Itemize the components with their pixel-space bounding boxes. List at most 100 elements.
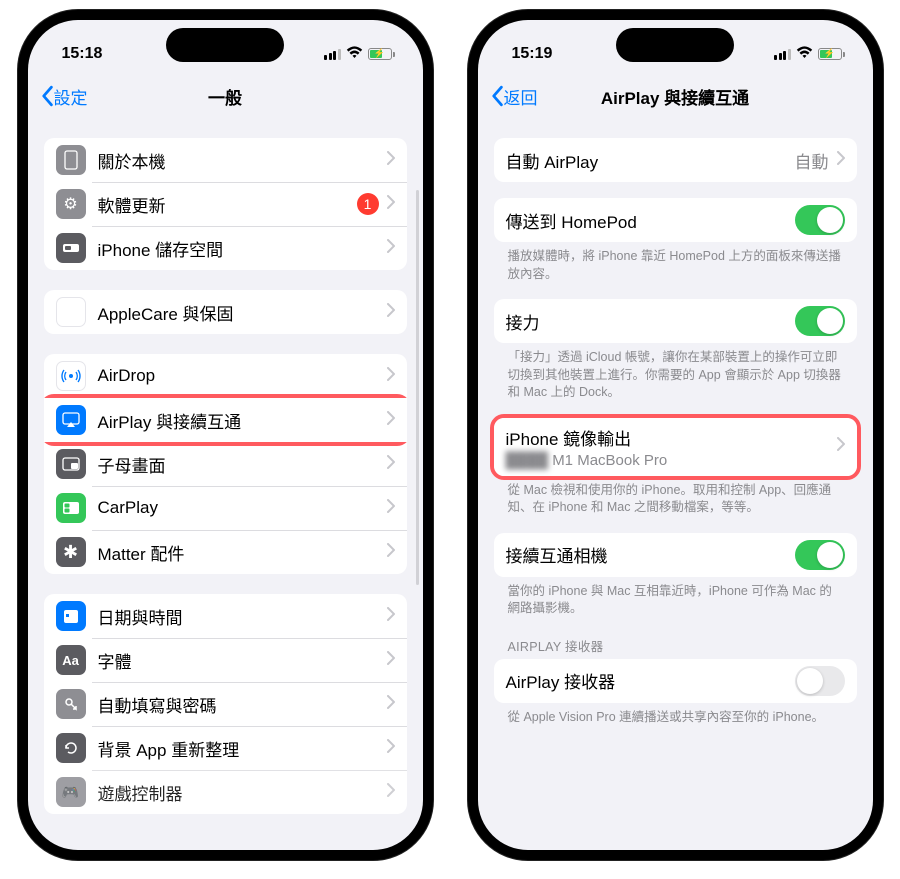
row-label: 接力 (506, 309, 795, 334)
row-label: 關於本機 (98, 148, 387, 173)
phone-left: 15:18 ⚡ 設定 一般 關於本 (18, 10, 433, 860)
chevron-right-icon (387, 607, 395, 626)
row-datetime[interactable]: 日期與時間 (44, 594, 407, 638)
row-label: 背景 App 重新整理 (98, 736, 387, 761)
back-label: 設定 (54, 84, 88, 109)
chevron-right-icon (387, 239, 395, 258)
chevron-right-icon (387, 411, 395, 430)
row-label: 子母畫面 (98, 452, 387, 477)
cellular-icon (324, 49, 341, 60)
phone-right: 15:19 ⚡ 返回 AirPlay 與接續互通 自動 AirPlay (468, 10, 883, 860)
row-homepod[interactable]: 傳送到 HomePod (494, 198, 857, 242)
status-time: 15:19 (512, 45, 553, 63)
bgapp-icon (56, 733, 86, 763)
nav-bar: 設定 一般 (28, 74, 423, 118)
pip-icon (56, 449, 86, 479)
toggle-handoff[interactable] (795, 306, 845, 336)
row-airdrop[interactable]: AirDrop (44, 354, 407, 398)
chevron-right-icon (387, 739, 395, 758)
footer-homepod: 播放媒體時，將 iPhone 靠近 HomePod 上方的面板來傳送播放內容。 (494, 242, 857, 283)
footer-mirroring: 從 Mac 檢視和使用你的 iPhone。取用和控制 App、回應通知、在 iP… (494, 476, 857, 517)
chevron-right-icon (837, 150, 845, 170)
airplay-icon (56, 405, 86, 435)
back-label: 返回 (504, 84, 538, 109)
chevron-right-icon (837, 437, 845, 456)
row-handoff[interactable]: 接力 (494, 299, 857, 343)
row-storage[interactable]: iPhone 儲存空間 (44, 226, 407, 270)
row-pip[interactable]: 子母畫面 (44, 442, 407, 486)
dynamic-island (166, 28, 284, 62)
row-label: 遊戲控制器 (98, 780, 387, 805)
section-header-receiver: AIRPLAY 接收器 (494, 618, 857, 659)
toggle-homepod[interactable] (795, 205, 845, 235)
battery-icon: ⚡ (818, 48, 845, 60)
matter-icon: ✱ (56, 537, 86, 567)
row-label: iPhone 儲存空間 (98, 236, 387, 261)
chevron-right-icon (387, 651, 395, 670)
back-button[interactable]: 設定 (40, 84, 88, 109)
row-label: Matter 配件 (98, 540, 387, 565)
storage-icon (56, 233, 86, 263)
datetime-icon (56, 601, 86, 631)
chevron-left-icon (490, 85, 504, 107)
footer-handoff: 「接力」透過 iCloud 帳號，讓你在某部裝置上的操作可立即切換到其他裝置上進… (494, 343, 857, 402)
row-airplay-receiver[interactable]: AirPlay 接收器 (494, 659, 857, 703)
row-autofill[interactable]: 自動填寫與密碼 (44, 682, 407, 726)
fonts-icon: Aa (56, 645, 86, 675)
row-carplay[interactable]: CarPlay (44, 486, 407, 530)
toggle-airplay-receiver[interactable] (795, 666, 845, 696)
row-value: 自動 (795, 148, 829, 173)
row-gamectrl[interactable]: 🎮 遊戲控制器 (44, 770, 407, 814)
row-label: 字體 (98, 648, 387, 673)
chevron-right-icon (387, 151, 395, 170)
row-about[interactable]: 關於本機 (44, 138, 407, 182)
row-airplay-handoff[interactable]: AirPlay 與接續互通 (44, 398, 407, 442)
row-continuity-camera[interactable]: 接續互通相機 (494, 533, 857, 577)
row-label: AppleCare 與保固 (98, 300, 387, 325)
chevron-left-icon (40, 85, 54, 107)
row-applecare[interactable]: AppleCare 與保固 (44, 290, 407, 334)
cellular-icon (774, 49, 791, 60)
row-label: 傳送到 HomePod (506, 208, 795, 233)
row-label: 日期與時間 (98, 604, 387, 629)
row-software-update[interactable]: ⚙︎ 軟體更新 1 (44, 182, 407, 226)
row-label: 接續互通相機 (506, 542, 795, 567)
chevron-right-icon (387, 783, 395, 802)
chevron-right-icon (387, 303, 395, 322)
row-mirroring[interactable]: iPhone 鏡像輸出 ████ M1 MacBook Pro (494, 418, 857, 476)
wifi-icon (346, 46, 363, 63)
gamectrl-icon: 🎮 (56, 777, 86, 807)
dynamic-island (616, 28, 734, 62)
row-auto-airplay[interactable]: 自動 AirPlay 自動 (494, 138, 857, 182)
chevron-right-icon (387, 499, 395, 518)
row-matter[interactable]: ✱ Matter 配件 (44, 530, 407, 574)
toggle-continuity-camera[interactable] (795, 540, 845, 570)
status-time: 15:18 (62, 45, 103, 63)
row-label: AirDrop (98, 366, 387, 386)
autofill-icon (56, 689, 86, 719)
applecare-icon (56, 297, 86, 327)
row-fonts[interactable]: Aa 字體 (44, 638, 407, 682)
row-label: CarPlay (98, 498, 387, 518)
chevron-right-icon (387, 194, 395, 214)
highlight-box-airplay: AirPlay 與接續互通 (44, 394, 407, 446)
row-label: AirPlay 與接續互通 (98, 408, 387, 433)
battery-icon: ⚡ (368, 48, 395, 60)
footer-receiver: 從 Apple Vision Pro 連續播送或共享內容至你的 iPhone。 (494, 703, 857, 727)
row-label: iPhone 鏡像輸出 (506, 425, 837, 450)
device-icon (56, 145, 86, 175)
row-label: 自動填寫與密碼 (98, 692, 387, 717)
nav-bar: 返回 AirPlay 與接續互通 (478, 74, 873, 118)
row-bgrefresh[interactable]: 背景 App 重新整理 (44, 726, 407, 770)
highlight-box-mirroring: iPhone 鏡像輸出 ████ M1 MacBook Pro (490, 414, 861, 480)
back-button[interactable]: 返回 (490, 84, 538, 109)
row-label: 自動 AirPlay (506, 148, 795, 173)
wifi-icon (796, 46, 813, 63)
chevron-right-icon (387, 367, 395, 386)
chevron-right-icon (387, 695, 395, 714)
footer-camera: 當你的 iPhone 與 Mac 互相靠近時，iPhone 可作為 Mac 的網… (494, 577, 857, 618)
row-label: 軟體更新 (98, 192, 357, 217)
airdrop-icon (56, 361, 86, 391)
row-subtitle: ████ M1 MacBook Pro (506, 452, 837, 469)
scrollbar[interactable] (416, 190, 419, 585)
